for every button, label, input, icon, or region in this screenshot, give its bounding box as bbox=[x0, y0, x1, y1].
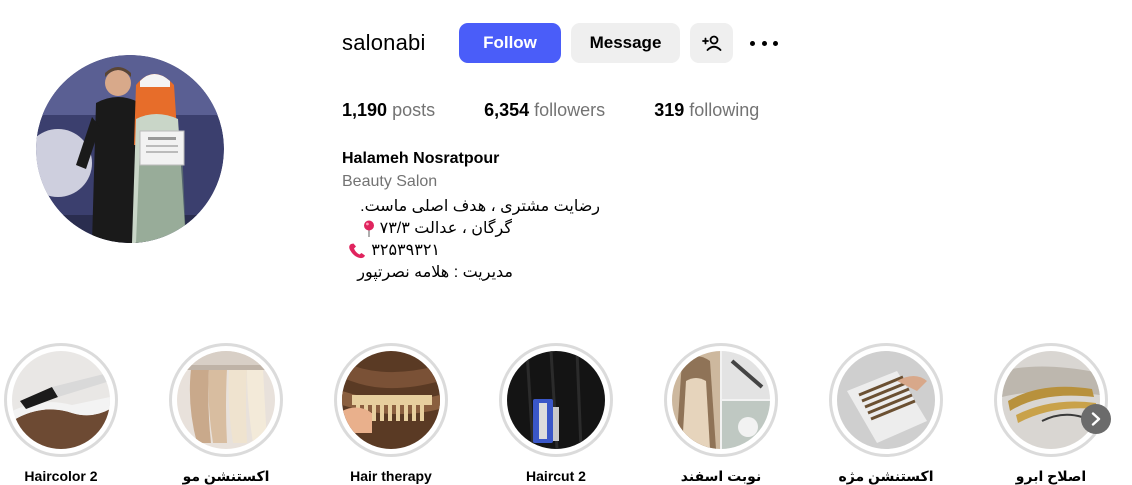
profile-avatar[interactable]: ANMJ bbox=[36, 55, 224, 243]
bio-line-phone: ۳۲۵۳۹۳۲۱ bbox=[348, 240, 440, 260]
highlight-ring[interactable] bbox=[499, 343, 613, 457]
highlight-haircolor-2[interactable]: Haircolor 2 bbox=[4, 343, 118, 484]
posts-stat: 1,190 posts bbox=[342, 100, 435, 121]
highlight-label: Haircut 2 bbox=[526, 468, 586, 484]
message-button[interactable]: Message bbox=[571, 23, 680, 63]
highlight-label: اکستنشن مو bbox=[182, 468, 270, 484]
highlight-ring[interactable] bbox=[664, 343, 778, 457]
highlight-label: اکستنشن مژه bbox=[838, 468, 934, 484]
highlight-esfand-booking[interactable]: نوبت اسفند bbox=[664, 343, 778, 484]
highlights-next-button[interactable] bbox=[1081, 404, 1111, 434]
bio-line-slogan: رضایت مشتری ، هدف اصلی ماست. bbox=[360, 198, 600, 215]
comb-image bbox=[342, 351, 440, 449]
bio-category: Beauty Salon bbox=[342, 173, 438, 190]
highlight-ring[interactable] bbox=[334, 343, 448, 457]
highlight-label: اصلاح ابرو bbox=[1015, 468, 1087, 484]
follow-button[interactable]: Follow bbox=[459, 23, 561, 63]
telephone-icon bbox=[348, 243, 365, 258]
suggest-user-button[interactable] bbox=[690, 23, 733, 63]
following-stat[interactable]: 319 following bbox=[654, 100, 759, 121]
bio-address-text: گرگان ، عدالت ۷۳/۳ bbox=[379, 220, 512, 237]
highlight-label: Hair therapy bbox=[350, 468, 432, 484]
posts-label: posts bbox=[392, 100, 436, 120]
hair-extensions-image bbox=[177, 351, 275, 449]
highlight-label: نوبت اسفند bbox=[680, 468, 762, 484]
profile-username: salonabi bbox=[342, 30, 426, 55]
highlight-lash-extension[interactable]: اکستنشن مژه bbox=[829, 343, 943, 484]
bio-full-name: Halameh Nosratpour bbox=[342, 150, 500, 167]
lash-extensions-image bbox=[837, 351, 935, 449]
followers-stat[interactable]: 6,354 followers bbox=[484, 100, 605, 121]
more-options-icon-dot bbox=[773, 40, 778, 46]
more-options-icon bbox=[750, 40, 755, 46]
add-person-icon bbox=[701, 35, 721, 51]
bio-line-address: گرگان ، عدالت ۷۳/۳ bbox=[363, 218, 512, 238]
hair-dye-brush-image bbox=[12, 351, 110, 449]
bio-line-manager: مدیریت : هلامه نصرتپور bbox=[357, 264, 513, 281]
followers-count: 6,354 bbox=[484, 100, 530, 120]
profile-stats: 1,190 posts 6,354 followers 319 followin… bbox=[342, 100, 759, 121]
more-options-icon-dot bbox=[761, 40, 767, 46]
highlight-hair-therapy[interactable]: Hair therapy bbox=[334, 343, 448, 484]
highlight-ring[interactable] bbox=[4, 343, 118, 457]
following-count: 319 bbox=[654, 100, 685, 120]
highlight-ring[interactable] bbox=[829, 343, 943, 457]
highlight-ring[interactable] bbox=[994, 343, 1108, 457]
more-options-button[interactable] bbox=[748, 33, 780, 53]
highlight-label: Haircolor 2 bbox=[24, 468, 98, 484]
following-label: following bbox=[689, 100, 760, 120]
avatar-image: ANMJ bbox=[36, 55, 224, 243]
chevron-right-icon bbox=[1091, 412, 1101, 426]
highlight-ring[interactable] bbox=[169, 343, 283, 457]
highlight-haircut-2[interactable]: Haircut 2 bbox=[499, 343, 613, 484]
dark-hair-clip-image bbox=[507, 351, 605, 449]
collage-image bbox=[672, 351, 770, 449]
followers-label: followers bbox=[534, 100, 606, 120]
highlight-brow-shaping[interactable]: اصلاح ابرو bbox=[994, 343, 1108, 484]
location-pin-icon bbox=[364, 220, 375, 238]
brow-tools-image bbox=[1002, 351, 1100, 449]
highlight-hair-extension[interactable]: اکستنشن مو bbox=[169, 343, 283, 484]
posts-count: 1,190 bbox=[342, 100, 388, 120]
bio-phone-text: ۳۲۵۳۹۳۲۱ bbox=[371, 242, 440, 259]
